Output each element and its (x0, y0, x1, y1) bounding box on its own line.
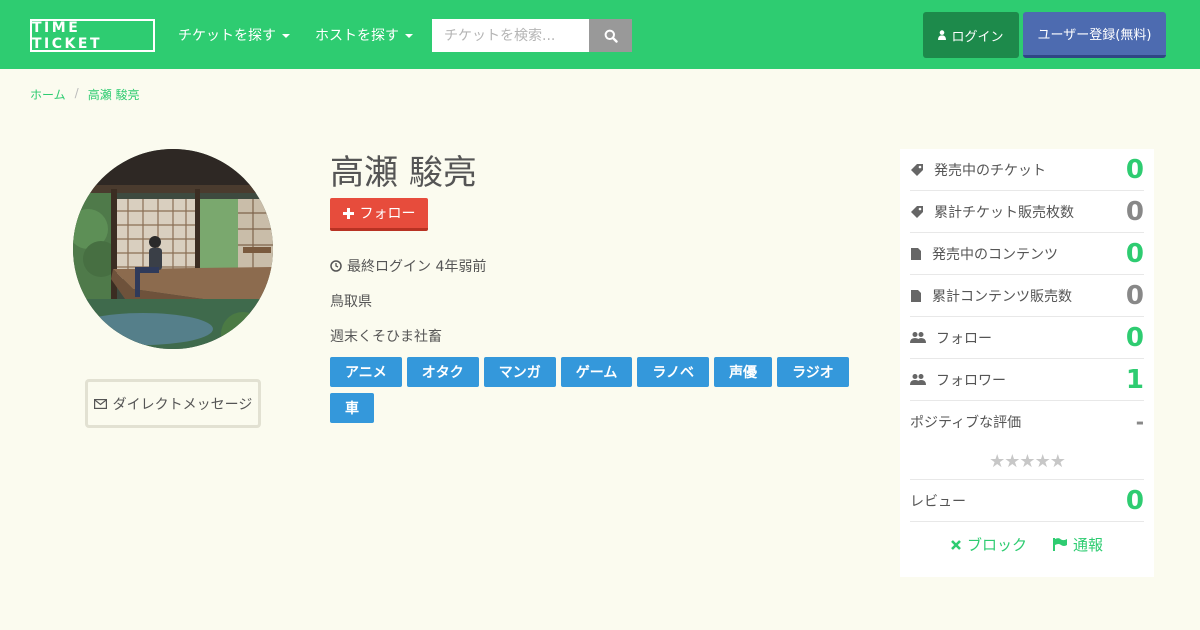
tag[interactable]: ゲーム (560, 357, 633, 387)
users-icon (910, 374, 926, 385)
stat-row-reviews[interactable]: レビュー 0 (910, 480, 1144, 522)
nav-find-tickets-label: チケットを探す (178, 28, 276, 44)
nav-find-tickets[interactable]: チケットを探す (178, 25, 290, 45)
stat-label: 発売中のチケット (934, 162, 1046, 179)
user-icon (938, 30, 947, 40)
stat-label: 発売中のコンテンツ (932, 246, 1058, 263)
stat-row-positive-rating: ポジティブな評価 - (910, 401, 1144, 443)
close-icon (951, 539, 961, 550)
stat-value: 0 (1125, 322, 1144, 353)
stat-value: 1 (1125, 364, 1144, 395)
direct-message-button[interactable]: ダイレクトメッセージ (85, 379, 261, 428)
stat-value: 0 (1125, 238, 1144, 269)
stat-row-following[interactable]: フォロー 0 (910, 317, 1144, 359)
breadcrumb-home[interactable]: ホーム (30, 86, 66, 103)
avatar (73, 149, 273, 349)
profile-name: 高瀬 駿亮 (330, 153, 477, 193)
tag[interactable]: マンガ (483, 357, 556, 387)
tag[interactable]: オタク (406, 357, 479, 387)
stat-value: 0 (1125, 196, 1144, 227)
follow-label: フォロー (359, 206, 416, 222)
stat-row-tickets-on-sale[interactable]: 発売中のチケット 0 (910, 149, 1144, 191)
stats-panel: 発売中のチケット 0 累計チケット販売枚数 0 発売中のコンテンツ 0 累計コン… (900, 149, 1154, 577)
flag-icon (1053, 538, 1067, 551)
top-navbar: TIME TICKET チケットを探す ホストを探す ログイン ユーザー登録(無… (0, 0, 1200, 69)
site-logo[interactable]: TIME TICKET (30, 19, 155, 52)
stat-row-contents-on-sale[interactable]: 発売中のコンテンツ 0 (910, 233, 1144, 275)
ticket-icon (911, 205, 923, 218)
tag[interactable]: ラノベ (637, 357, 710, 387)
review-label: レビュー (910, 493, 966, 510)
stat-label: フォロー (936, 330, 992, 347)
stat-value: 0 (1125, 280, 1144, 311)
breadcrumb: ホーム / 高瀬 駿亮 (30, 86, 140, 103)
stat-row-tickets-sold[interactable]: 累計チケット販売枚数 0 (910, 191, 1144, 233)
tag-list: アニメ オタク マンガ ゲーム ラノベ 声優 ラジオ 車 (330, 357, 870, 423)
nav-find-hosts[interactable]: ホストを探す (315, 25, 413, 45)
location: 鳥取県 (330, 294, 372, 310)
block-link[interactable]: ブロック (951, 534, 1027, 555)
nav-find-hosts-label: ホストを探す (315, 28, 399, 44)
envelope-icon (93, 398, 107, 409)
stat-label: 累計コンテンツ販売数 (932, 288, 1072, 305)
clock-icon (330, 260, 342, 272)
positive-rating-value: - (1135, 410, 1144, 434)
breadcrumb-separator: / (74, 86, 79, 100)
stat-row-followers[interactable]: フォロワー 1 (910, 359, 1144, 401)
register-label: ユーザー登録(無料) (1037, 28, 1152, 43)
report-link[interactable]: 通報 (1053, 534, 1103, 555)
bio: 週末くそひま社畜 (330, 329, 442, 345)
plus-icon (342, 207, 354, 219)
search-button[interactable] (589, 19, 632, 52)
search-input[interactable] (432, 19, 590, 52)
rating-stars: ★★★★★ (910, 443, 1144, 480)
follow-button[interactable]: フォロー (330, 198, 428, 231)
last-login-text: 最終ログイン 4年弱前 (347, 259, 487, 275)
login-button[interactable]: ログイン (923, 12, 1019, 58)
tag[interactable]: アニメ (330, 357, 402, 387)
tag[interactable]: ラジオ (777, 357, 849, 387)
stat-value: 0 (1125, 154, 1144, 185)
search-icon (604, 29, 618, 43)
users-icon (910, 332, 926, 343)
review-value: 0 (1125, 485, 1144, 516)
report-label: 通報 (1073, 536, 1104, 554)
stat-label: フォロワー (936, 372, 1006, 389)
tag[interactable]: 車 (330, 393, 374, 423)
tag[interactable]: 声優 (714, 357, 773, 387)
positive-rating-label: ポジティブな評価 (910, 415, 1022, 431)
stat-row-contents-sold[interactable]: 累計コンテンツ販売数 0 (910, 275, 1144, 317)
login-label: ログイン (951, 29, 1004, 45)
ticket-icon (911, 163, 923, 176)
file-icon (911, 289, 921, 302)
caret-down-icon (282, 34, 290, 38)
caret-down-icon (405, 34, 413, 38)
block-label: ブロック (966, 536, 1027, 554)
last-login: 最終ログイン 4年弱前 (330, 256, 486, 276)
direct-message-label: ダイレクトメッセージ (112, 396, 253, 413)
panel-actions: ブロック 通報 (910, 522, 1144, 555)
file-icon (911, 247, 921, 260)
breadcrumb-current: 高瀬 駿亮 (87, 88, 140, 102)
register-button[interactable]: ユーザー登録(無料) (1023, 12, 1166, 58)
stat-label: 累計チケット販売枚数 (934, 204, 1074, 221)
